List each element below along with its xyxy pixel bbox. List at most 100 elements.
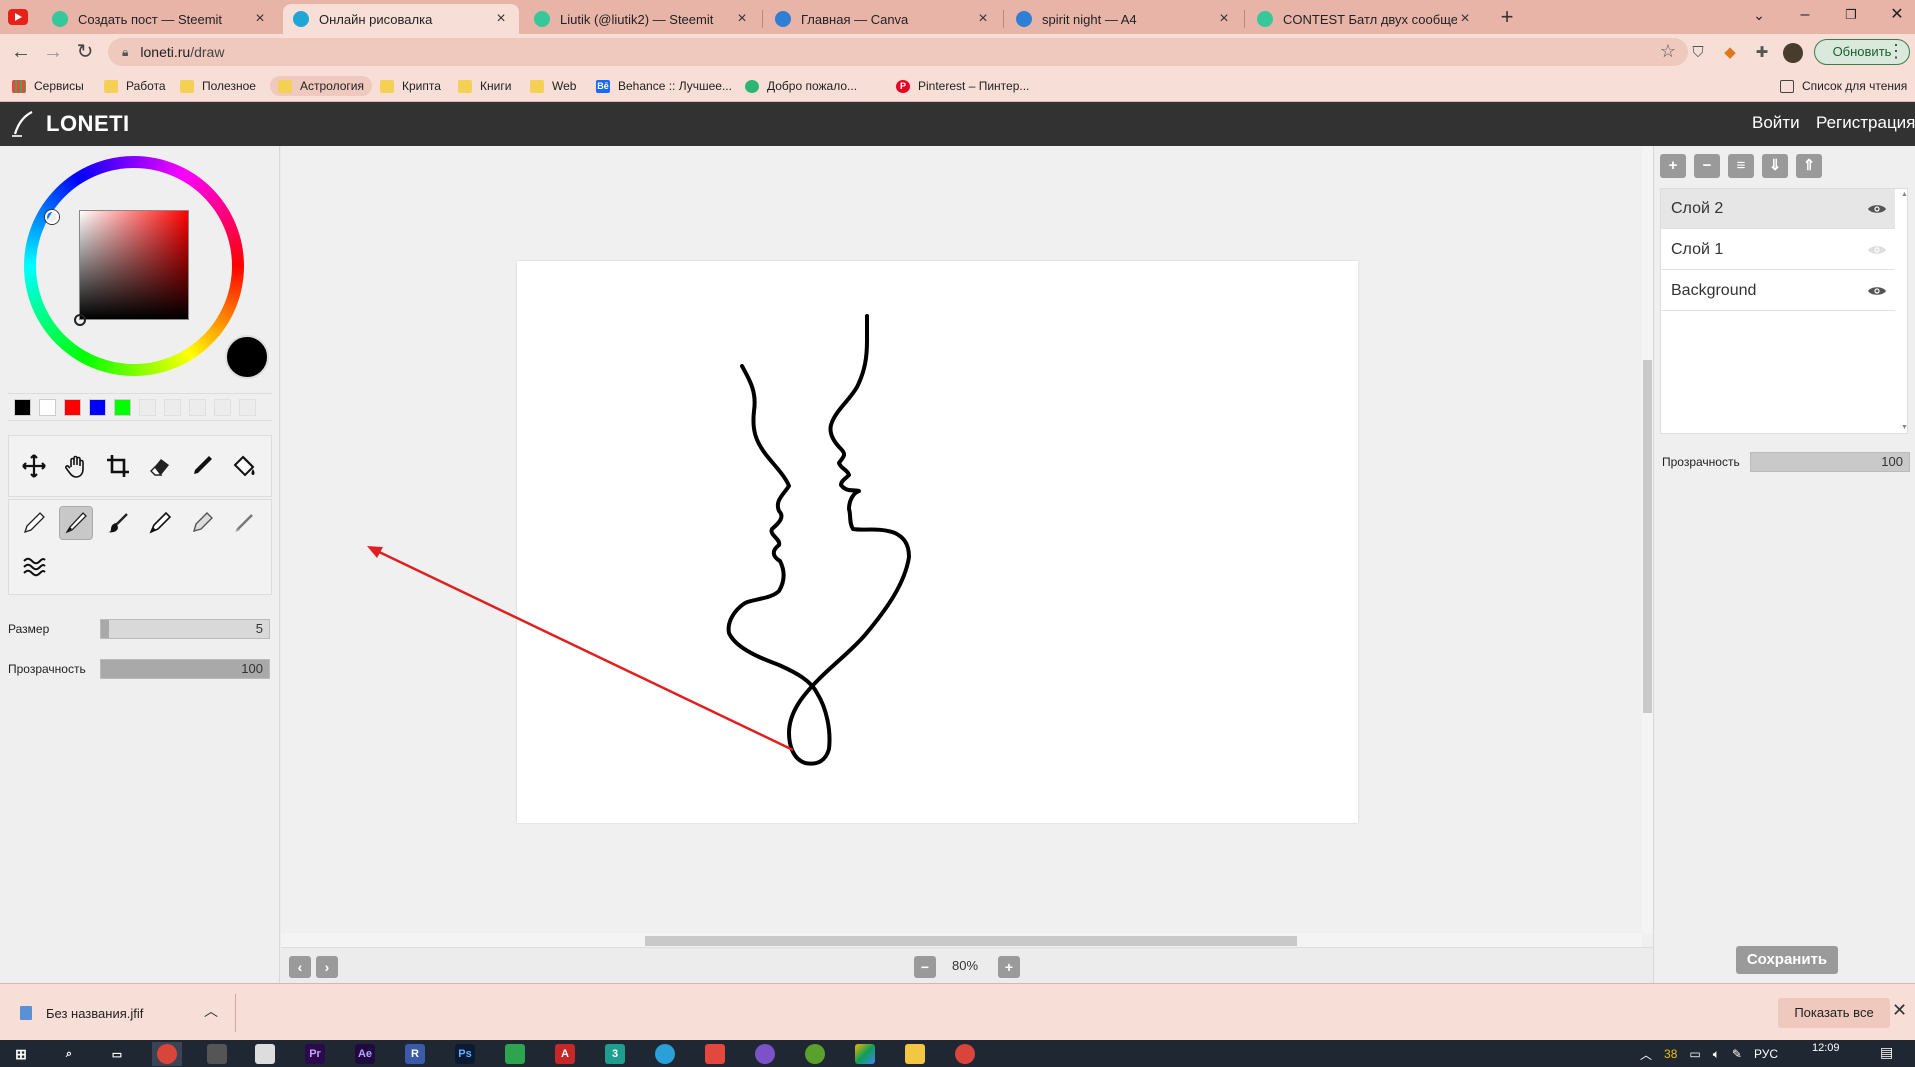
palette-swatch[interactable] [239,399,256,416]
palette-swatch[interactable] [39,399,56,416]
fill-tool[interactable] [227,449,261,483]
palette-swatch[interactable] [189,399,206,416]
wave-brush-tool[interactable] [17,548,51,582]
pencil-tool[interactable] [17,506,51,540]
palette-swatch[interactable] [89,399,106,416]
profile-avatar[interactable] [1783,43,1803,63]
app-green-taskbar-icon[interactable] [500,1042,530,1066]
palette-swatch[interactable] [14,399,31,416]
close-tab-icon[interactable]: × [1216,10,1232,28]
eyedropper-tool[interactable] [185,449,219,483]
anydesk-taskbar-icon[interactable] [700,1042,730,1066]
browser-tab[interactable]: Главная — Canva × [765,4,1001,34]
bookmark-item[interactable]: Крипта [380,76,441,96]
premiere-taskbar-icon[interactable]: Pr [300,1042,330,1066]
restore-button[interactable]: ❐ [1828,0,1874,34]
drive-taskbar-icon[interactable] [850,1042,880,1066]
more-menu-icon[interactable]: ⋮ [1886,41,1906,63]
eye-visibility-icon[interactable] [1867,203,1887,215]
layer-row[interactable]: Слой 2 [1661,189,1895,229]
zoom-in-button[interactable]: + [998,956,1020,978]
eraser-tool[interactable] [143,449,177,483]
remove-layer-button[interactable]: − [1694,154,1720,178]
move-tool[interactable] [17,449,51,483]
close-tab-icon[interactable]: × [734,10,750,28]
close-window-button[interactable]: ✕ [1874,0,1915,34]
palette-swatch[interactable] [64,399,81,416]
hand-tool[interactable] [59,449,93,483]
viber-taskbar-icon[interactable] [750,1042,780,1066]
browser-tab[interactable]: Liutik (@liutik2) — Steemit × [524,4,760,34]
mail-taskbar-icon[interactable] [250,1042,280,1066]
shield-extension-icon[interactable]: ⛉ [1688,43,1708,63]
forward-icon[interactable]: → [40,40,66,64]
browser-tab[interactable]: Создать пост — Steemit × [42,4,278,34]
chevron-up-icon[interactable]: ︿ [204,1001,218,1021]
language-indicator[interactable]: РУС [1754,1047,1778,1061]
chevron-up-tray-icon[interactable]: ︿ [1640,1046,1652,1063]
layer-opacity-slider[interactable]: 100 [1750,452,1910,472]
bookmark-item[interactable]: Bē Behance :: Лучшее... [596,76,732,96]
metamask-extension-icon[interactable]: ◆ [1720,43,1740,63]
move-layer-up-button[interactable]: ⇑ [1796,154,1822,178]
palette-swatch[interactable] [139,399,156,416]
network-icon[interactable]: ▭ [1689,1047,1700,1061]
bookmark-item[interactable]: Web [530,76,576,96]
palette-swatch[interactable] [164,399,181,416]
acrobat-taskbar-icon[interactable]: A [550,1042,580,1066]
close-tab-icon[interactable]: × [252,10,268,28]
reload-icon[interactable]: ↻ [72,40,98,64]
eye-visibility-icon[interactable] [1867,244,1887,256]
close-tab-icon[interactable]: × [493,10,509,28]
close-tab-icon[interactable]: × [975,10,991,28]
hue-handle[interactable] [45,210,59,224]
layers-scrollbar[interactable]: ▲ ▼ [1901,189,1908,433]
reading-list[interactable]: Список для чтения [1780,76,1907,96]
extensions-puzzle-icon[interactable]: ✚ [1752,43,1772,63]
volume-icon[interactable]: 🔈︎ [1713,1047,1720,1062]
notifications-icon[interactable]: ▤ [1880,1044,1893,1061]
browser-tab[interactable]: spirit night — A4 × [1006,4,1242,34]
horizontal-scrollbar[interactable] [281,933,1642,947]
login-link[interactable]: Войти [1752,113,1800,133]
crop-tool[interactable] [101,449,135,483]
scroll-up-arrow-icon[interactable]: ▲ [1901,191,1908,198]
airbrush-tool[interactable] [227,506,261,540]
windows-start-icon[interactable]: ⊞ [6,1042,36,1066]
tab-search-icon[interactable]: ⌄ [1736,0,1782,34]
download-item[interactable]: Без названия.jfif [20,1003,143,1023]
close-tab-icon[interactable]: × [1457,10,1473,28]
bookmark-item[interactable]: Работа [104,76,166,96]
browser-tab[interactable]: CONTEST Батл двух сообществ× [1247,4,1483,34]
telegram-taskbar-icon[interactable] [650,1042,680,1066]
close-icon[interactable]: ✕ [1892,1000,1907,1021]
back-icon[interactable]: ← [8,40,34,64]
layer-row[interactable]: Слой 1 [1661,230,1895,270]
search-icon[interactable]: ⌕ [54,1042,84,1066]
pen-icon[interactable]: ✎ [1732,1047,1742,1061]
register-link[interactable]: Регистрация [1816,113,1915,133]
marker-tool[interactable] [185,506,219,540]
app-teal-taskbar-icon[interactable]: 3 [600,1042,630,1066]
address-bar[interactable]: 🔒︎ loneti.ru/draw ☆ [108,38,1688,66]
utorrent-taskbar-icon[interactable] [800,1042,830,1066]
current-color-swatch[interactable] [225,335,269,379]
after-effects-taskbar-icon[interactable]: Ae [350,1042,380,1066]
pen-tool[interactable] [143,506,177,540]
save-button[interactable]: Сохранить [1736,946,1838,974]
layer-row[interactable]: Background [1661,271,1895,311]
explorer-taskbar-icon[interactable] [900,1042,930,1066]
browser-tab[interactable]: Онлайн рисовалка × [283,4,519,34]
chrome2-taskbar-icon[interactable] [950,1042,980,1066]
redo-button[interactable]: › [316,956,338,978]
add-layer-button[interactable]: + [1660,154,1686,178]
palette-swatch[interactable] [114,399,131,416]
saturation-handle[interactable] [74,314,86,326]
task-view-icon[interactable]: ▭ [102,1042,132,1066]
bookmark-item[interactable]: Книги [458,76,511,96]
scroll-down-arrow-icon[interactable]: ▼ [1901,424,1908,431]
chrome-taskbar-icon[interactable] [152,1042,182,1066]
eye-visibility-icon[interactable] [1867,285,1887,297]
saturation-value-square[interactable] [79,210,189,320]
youtube-pinned-tab-icon[interactable] [8,9,28,25]
